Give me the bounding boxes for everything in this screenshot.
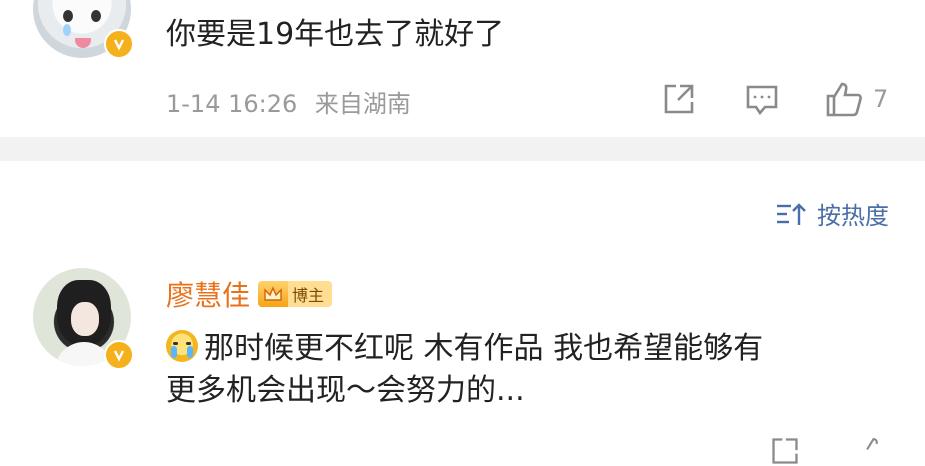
thumbs-up-icon [826, 82, 862, 117]
like-count: 7 [873, 85, 889, 113]
sort-by-hot-button[interactable]: 按热度 [775, 196, 889, 231]
comment-text: 那时候更不红呢 木有作品 我也希望能够有 更多机会出现～会努力的... [166, 328, 906, 412]
blogger-badge: 博主 [258, 281, 333, 307]
thumbs-up-icon [866, 438, 878, 450]
comment-text-line1: 那时候更不红呢 木有作品 我也希望能够有 [204, 331, 764, 366]
section-divider [0, 137, 925, 161]
comment-location: 来自湖南 [314, 90, 411, 118]
reply-button[interactable] [744, 82, 780, 118]
share-button[interactable] [770, 436, 800, 466]
crying-emoji-icon [166, 330, 198, 362]
comment-time: 1-14 16:26 [166, 90, 298, 118]
crown-icon [258, 281, 289, 307]
comment-author: 廖慧佳 博主 [166, 274, 333, 314]
share-icon [772, 438, 798, 464]
username[interactable]: 廖慧佳 [166, 274, 250, 314]
like-button[interactable]: 7 [825, 80, 888, 118]
sort-icon [777, 202, 806, 225]
like-button[interactable] [860, 436, 890, 466]
verified-badge-icon [104, 340, 134, 370]
share-icon [664, 84, 694, 114]
blogger-badge-label: 博主 [292, 286, 325, 305]
verified-badge-icon [104, 29, 134, 59]
sort-label: 按热度 [817, 202, 889, 230]
comment-text: 你要是19年也去了就好了 [166, 17, 505, 52]
share-button[interactable] [662, 82, 696, 116]
comment-timestamp: 1-14 16:26 来自湖南 [166, 84, 411, 119]
comment-text-line2: 更多机会出现～会努力的... [166, 373, 525, 408]
comment-icon [746, 85, 778, 116]
